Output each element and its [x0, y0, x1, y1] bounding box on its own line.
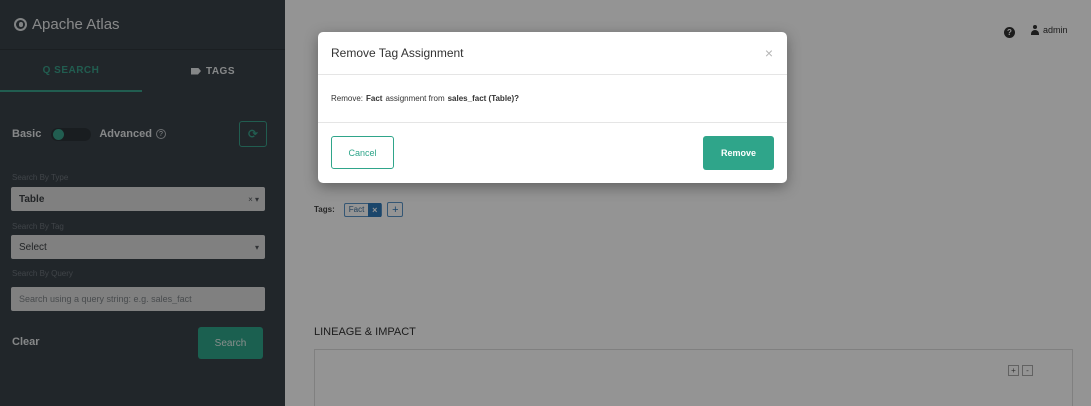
remove-tag-modal: Remove Tag Assignment × Remove: Fact ass… — [318, 32, 787, 183]
modal-message-prefix: Remove: — [331, 94, 364, 103]
modal-tag-name: Fact — [366, 94, 383, 103]
modal-body: Remove: Fact assignment from sales_fact … — [318, 75, 787, 123]
remove-button[interactable]: Remove — [703, 136, 774, 170]
modal-entity-name: sales_fact (Table)? — [447, 94, 520, 103]
modal-footer: Cancel Remove — [318, 123, 787, 183]
cancel-button[interactable]: Cancel — [331, 136, 394, 169]
modal-header: Remove Tag Assignment × — [318, 32, 787, 75]
close-icon[interactable]: × — [765, 45, 773, 61]
modal-title: Remove Tag Assignment — [331, 46, 464, 60]
modal-message-middle: assignment from — [385, 94, 445, 103]
